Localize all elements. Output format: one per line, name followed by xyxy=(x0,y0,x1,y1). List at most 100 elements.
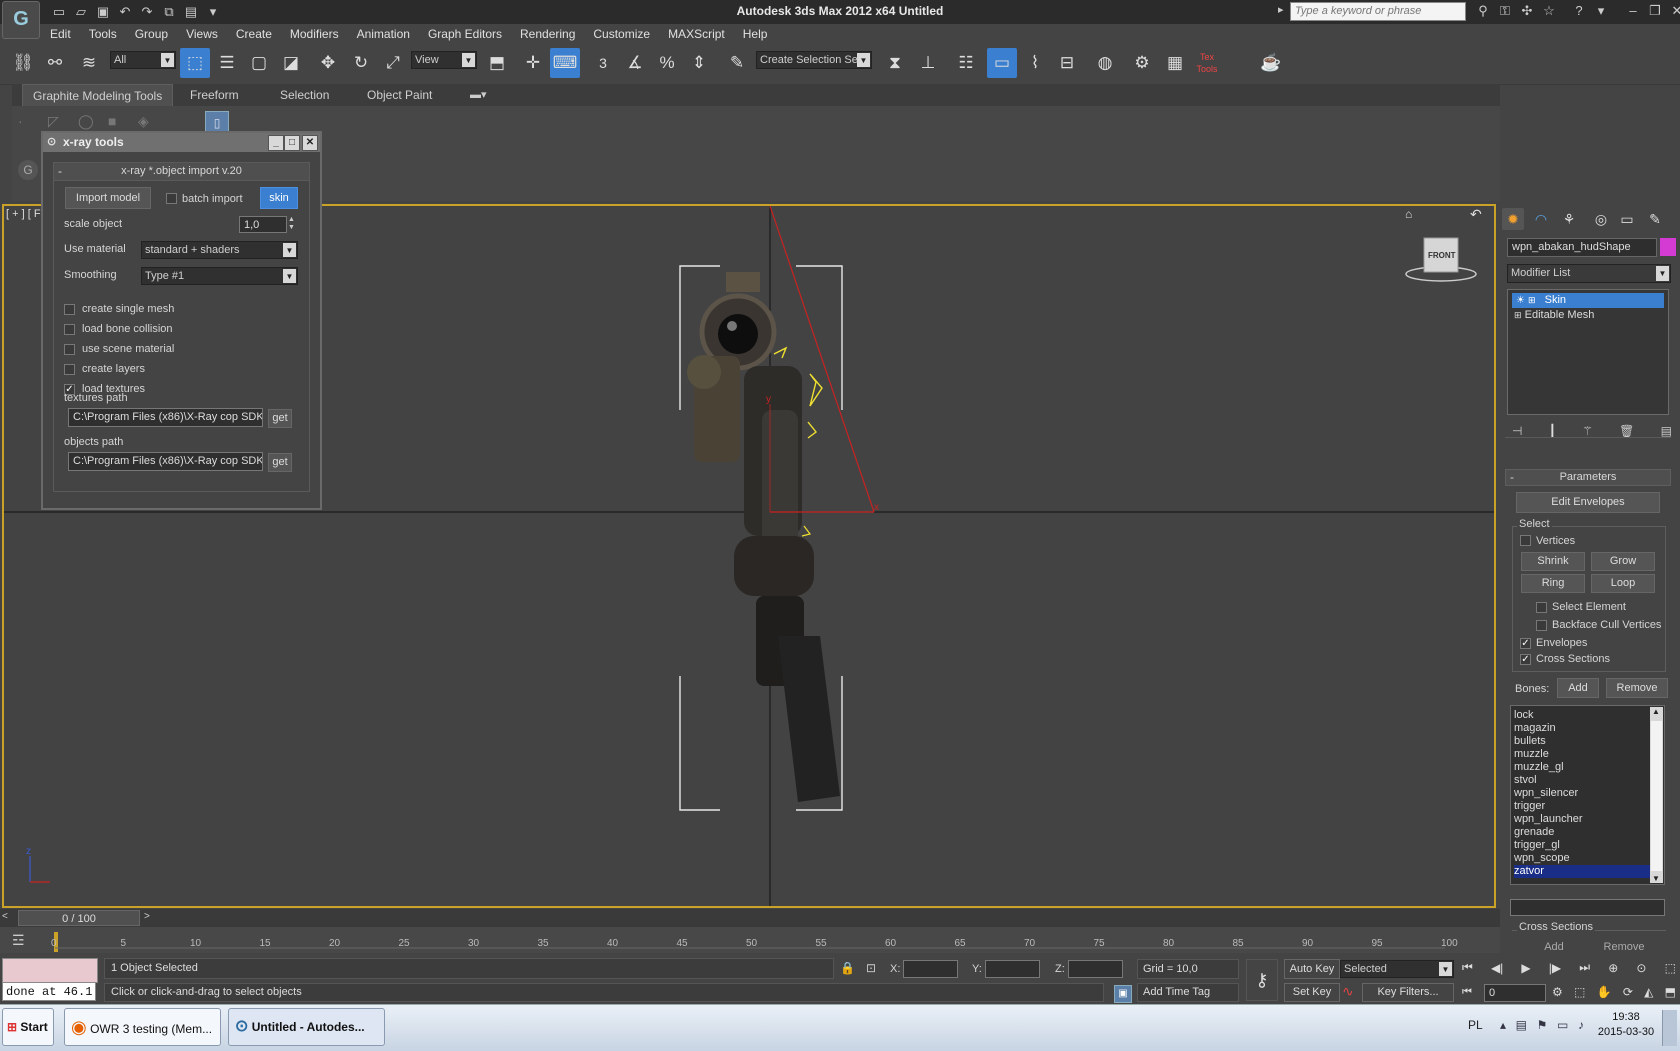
cross-sections-checkbox[interactable]: ✓ xyxy=(1520,654,1531,665)
vertex-icon[interactable]: · xyxy=(18,113,23,129)
teapot-render-icon[interactable]: ☕ xyxy=(1256,48,1286,78)
help-icon[interactable]: ? xyxy=(1570,2,1588,20)
make-unique-icon[interactable]: ⚚ xyxy=(1582,424,1593,438)
object-color-swatch[interactable] xyxy=(1660,238,1676,256)
favorites-icon[interactable]: ☆ xyxy=(1540,2,1558,20)
utilities-tab-icon[interactable]: ✎ xyxy=(1644,208,1666,230)
objects-path-get-button[interactable]: get xyxy=(268,453,292,472)
unlink-icon[interactable]: ⚯ xyxy=(40,48,70,78)
hierarchy-tab-icon[interactable]: ⚘ xyxy=(1558,208,1580,230)
scale-object-input[interactable]: 1,0 xyxy=(239,216,287,233)
menu-customize[interactable]: Customize xyxy=(593,27,650,41)
curve-editor-icon[interactable]: ⌇ xyxy=(1020,48,1050,78)
ribbon-extra-icon[interactable]: G xyxy=(18,160,38,180)
smoothing-dropdown[interactable]: Type #1 ▼ xyxy=(141,267,298,285)
reference-coordinate-dropdown[interactable]: View ▼ xyxy=(411,51,477,69)
mirror-icon[interactable]: ⧗ xyxy=(880,48,910,78)
configure-modifier-sets-icon[interactable]: ▤ xyxy=(1661,424,1672,438)
pan-icon[interactable]: ✋ xyxy=(1597,985,1612,999)
selection-filter-dropdown[interactable]: All ▼ xyxy=(110,51,176,69)
bone-list-item[interactable]: wpn_launcher xyxy=(1514,813,1650,826)
add-time-tag-button[interactable]: Add Time Tag xyxy=(1137,983,1239,1002)
option-checkbox[interactable] xyxy=(64,304,75,315)
tab-object-paint[interactable]: Object Paint xyxy=(357,84,442,106)
menu-modifiers[interactable]: Modifiers xyxy=(290,27,339,41)
parameters-rollout-header[interactable]: - Parameters xyxy=(1505,469,1671,486)
bone-list-item[interactable]: grenade xyxy=(1514,826,1650,839)
stack-item-skin[interactable]: ☀ ⊞ Skin xyxy=(1512,293,1664,308)
bone-list-item[interactable]: muzzle xyxy=(1514,748,1650,761)
previous-frame-icon[interactable]: ◀| xyxy=(1491,961,1503,975)
scroll-thumb[interactable] xyxy=(1651,721,1662,871)
textures-path-input[interactable]: C:\Program Files (x86)\X-Ray cop SDK\ xyxy=(68,408,263,427)
bone-list-item[interactable]: zatvor xyxy=(1514,865,1650,878)
search-input[interactable]: Type a keyword or phrase xyxy=(1290,2,1466,21)
bones-list[interactable]: ▲ ▼ lock magazin bullets muzzle muzzle_gl stv… xyxy=(1510,705,1665,885)
key-mode-toggle-icon[interactable]: ⏮ xyxy=(1462,986,1472,999)
remove-cross-section-button[interactable]: Remove xyxy=(1591,940,1657,950)
loop-button[interactable]: Loop xyxy=(1591,574,1655,593)
start-button[interactable]: ⊞ Start xyxy=(2,1008,54,1046)
angle-snap-icon[interactable]: ∡ xyxy=(620,48,650,78)
edit-envelopes-button[interactable]: Edit Envelopes xyxy=(1516,492,1660,513)
key-filters-button[interactable]: Key Filters... xyxy=(1362,983,1454,1002)
pin-stack-icon[interactable]: ⊣ xyxy=(1512,424,1522,438)
field-of-view-icon[interactable]: ◭ xyxy=(1644,985,1653,999)
rotate-icon[interactable]: ↻ xyxy=(346,48,376,78)
select-by-name-icon[interactable]: ☰ xyxy=(212,48,242,78)
spinner-snap-icon[interactable]: ⇕ xyxy=(684,48,714,78)
add-cross-section-button[interactable]: Add xyxy=(1521,940,1587,950)
rectangular-selection-icon[interactable]: ▢ xyxy=(244,48,274,78)
lock-selection-icon[interactable]: 🔒 xyxy=(840,961,855,975)
border-icon[interactable]: ◯ xyxy=(78,113,94,130)
menu-group[interactable]: Group xyxy=(135,27,168,41)
monitor-icon[interactable]: ▭ xyxy=(1557,1018,1568,1032)
min-max-toggle-icon[interactable]: ⬒ xyxy=(1665,985,1676,999)
create-tab-icon[interactable]: ✹ xyxy=(1502,208,1524,230)
expand-icon[interactable]: ⊞ xyxy=(1514,310,1522,320)
option-checkbox[interactable] xyxy=(64,324,75,335)
restore-icon[interactable]: ❐ xyxy=(1646,2,1664,20)
remove-modifier-icon[interactable]: 🗑 xyxy=(1619,424,1634,438)
window-crossing-icon[interactable]: ◪ xyxy=(276,48,306,78)
minimize-icon[interactable]: _ xyxy=(268,135,284,151)
y-coord-input[interactable] xyxy=(985,960,1040,978)
scale-icon[interactable]: ⤢ xyxy=(378,48,408,78)
snaps-toggle-icon[interactable]: 3 xyxy=(588,48,618,78)
next-frame-icon[interactable]: |▶ xyxy=(1549,961,1561,975)
time-prev-icon[interactable]: < xyxy=(2,911,8,922)
option-checkbox[interactable] xyxy=(64,344,75,355)
key-mode-dropdown[interactable]: Selected ▼ xyxy=(1340,960,1454,978)
menu-maxscript[interactable]: MAXScript xyxy=(668,27,725,41)
batch-import-checkbox[interactable] xyxy=(166,193,177,204)
communication-icon[interactable]: ✣ xyxy=(1518,2,1536,20)
close-icon[interactable]: ✕ xyxy=(1668,2,1680,20)
textools-icon[interactable]: Tex Tools xyxy=(1192,48,1222,78)
maximize-icon[interactable]: □ xyxy=(284,135,300,151)
menu-views[interactable]: Views xyxy=(186,27,218,41)
x-coord-input[interactable] xyxy=(903,960,958,978)
pivot-center-icon[interactable]: ⬒ xyxy=(482,48,512,78)
menu-edit[interactable]: Edit xyxy=(50,27,71,41)
network-icon[interactable]: ▤ xyxy=(1516,1018,1527,1032)
rollout-header[interactable]: - x-ray *.object import v.20 xyxy=(54,163,309,181)
element-icon[interactable]: ◈ xyxy=(138,113,149,130)
select-object-icon[interactable]: ⬚ xyxy=(180,48,210,78)
taskbar-item-3dsmax[interactable]: ⊙ Untitled - Autodes... xyxy=(228,1008,385,1046)
subscription-icon[interactable]: ⚿ xyxy=(1496,2,1514,20)
manipulate-icon[interactable]: ✛ xyxy=(518,48,548,78)
expand-icon[interactable]: ⊞ xyxy=(1528,295,1536,305)
time-slider[interactable]: 0 / 100 xyxy=(18,910,140,926)
bone-list-item[interactable]: wpn_scope xyxy=(1514,852,1650,865)
align-icon[interactable]: ⊥ xyxy=(913,48,943,78)
polygon-icon[interactable]: ■ xyxy=(108,113,116,129)
bind-spacewarp-icon[interactable]: ≋ xyxy=(74,48,104,78)
bone-list-item[interactable]: lock xyxy=(1514,709,1650,722)
chevron-down-icon[interactable]: ▾ xyxy=(1592,2,1610,20)
grow-button[interactable]: Grow xyxy=(1591,552,1655,571)
keyboard-shortcut-override-icon[interactable]: ⌨ xyxy=(550,48,580,78)
modify-tab-icon[interactable]: ◠ xyxy=(1530,208,1552,230)
zoom-extents-icon[interactable]: ⊕ xyxy=(1608,961,1618,975)
objects-path-input[interactable]: C:\Program Files (x86)\X-Ray cop SDK\ xyxy=(68,452,263,471)
menu-animation[interactable]: Animation xyxy=(357,27,410,41)
